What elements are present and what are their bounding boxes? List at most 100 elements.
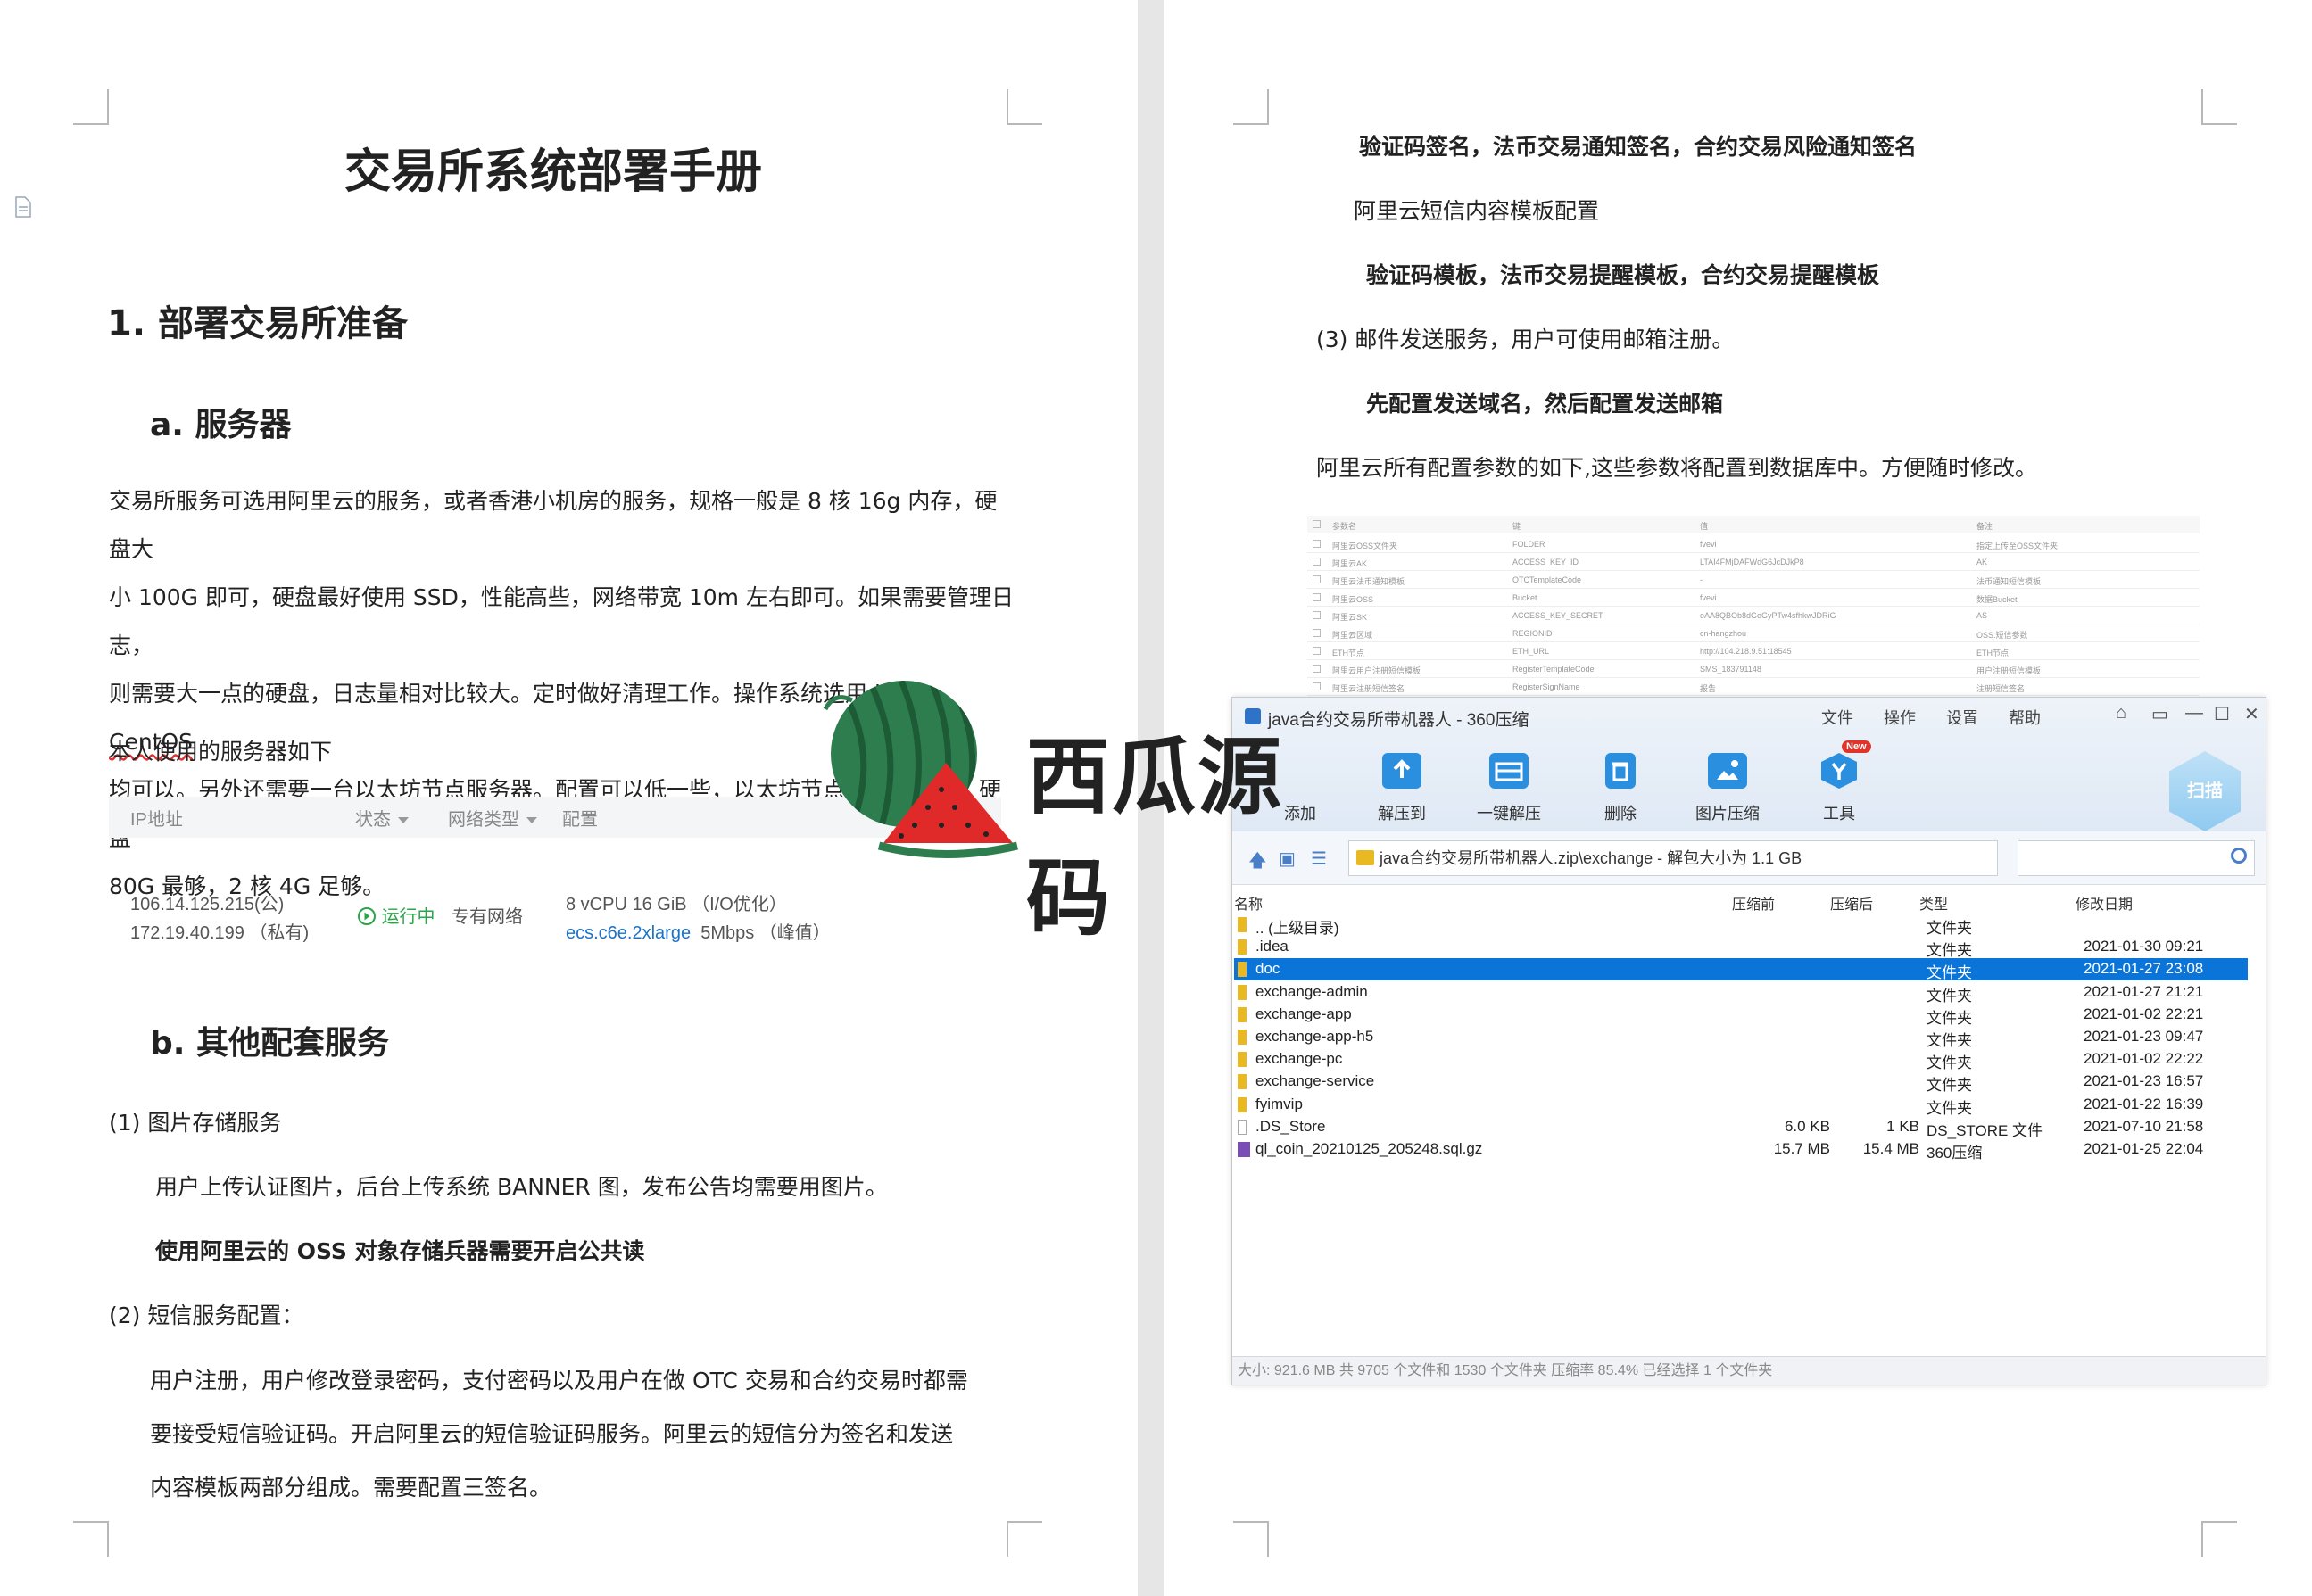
zip-archive-window: java合约交易所带机器人 - 360压缩 文件 操作 设置 帮助 ⌂ ▭ — … — [1231, 697, 2266, 1385]
file-row[interactable]: doc 文件夹 2021-01-27 23:08 — [1234, 958, 2248, 982]
text-line: 要接受短信验证码。开启阿里云的短信验证码服务。阿里云的短信分为签名和发送 — [150, 1421, 954, 1447]
table-cell: RegisterTemplateCode — [1512, 665, 1595, 674]
file-date: 2021-07-10 21:58 — [2084, 1117, 2204, 1135]
menu-operate[interactable]: 操作 — [1884, 706, 1916, 729]
file-date: 2021-01-25 22:04 — [2084, 1140, 2204, 1157]
bandwidth: 5Mbps （峰值） — [700, 923, 831, 943]
search-icon[interactable] — [2231, 848, 2247, 864]
table-cell: SMS_183791148 — [1700, 665, 1761, 674]
feedback-icon[interactable]: ▭ — [2151, 703, 2168, 725]
column-size-after[interactable]: 压缩后 — [1830, 892, 1873, 914]
table-cell: http://104.218.9.51:18545 — [1700, 647, 1792, 656]
maximize-button[interactable]: ☐ — [2214, 703, 2230, 725]
tool-extract-to-button[interactable]: 解压到 — [1357, 753, 1446, 824]
server-status-text: 运行中 — [381, 907, 435, 927]
watermark-text: 西瓜源码 — [1026, 729, 1284, 947]
checkbox[interactable] — [1313, 558, 1321, 566]
server-status: 运行中 — [357, 902, 435, 932]
close-button[interactable]: ✕ — [2244, 703, 2259, 725]
search-input[interactable] — [2018, 840, 2255, 876]
server-network: 专有网络 — [452, 907, 523, 927]
caret-down-icon — [398, 816, 409, 823]
new-badge: New — [1842, 740, 1871, 753]
table-cell: 阿里云法币通知模板 — [1332, 577, 1405, 586]
file-type: 文件夹 — [1927, 987, 1972, 1005]
file-row[interactable]: .idea 文件夹 2021-01-30 09:21 — [1234, 936, 2248, 959]
table-row: ETH节点 ETH_URL http://104.218.9.51:18545 ETH… — [1307, 642, 2200, 660]
my-server-caption: 本人使用的服务器如下 — [109, 739, 333, 765]
item-sms-desc: 用户注册，用户修改登录密码，支付密码以及用户在做 OTC 交易和合约交易时都需 … — [150, 1354, 968, 1515]
file-row[interactable]: fyimvip 文件夹 2021-01-22 16:39 — [1234, 1094, 2248, 1117]
file-row[interactable]: ql_coin_20210125_205248.sql.gz 15.7 MB 15.… — [1234, 1138, 2248, 1162]
table-cell: 指定上传至OSS文件夹 — [1976, 542, 2059, 550]
instance-type-link[interactable]: ecs.c6e.2xlarge — [566, 923, 691, 943]
tool-tools-button[interactable]: 工具 — [1794, 753, 1884, 824]
checkbox[interactable] — [1313, 540, 1321, 548]
checkbox[interactable] — [1313, 593, 1321, 601]
menu-help[interactable]: 帮助 — [2009, 706, 2041, 729]
file-row[interactable]: exchange-service 文件夹 2021-01-23 16:57 — [1234, 1071, 2248, 1094]
file-name: fyimvip — [1255, 1095, 1303, 1112]
file-row[interactable]: .DS_Store 6.0 KB 1 KB DS_STORE 文件 2021-07-10… — [1234, 1116, 2248, 1139]
tool-delete-button[interactable]: 删除 — [1576, 753, 1665, 824]
table-cell: LTAI4FMjDAFWdG6JcDJkP8 — [1700, 558, 1804, 566]
table-row: 阿里云SK ACCESS_KEY_SECRET oAA8QBOb8dGoGyPTw4… — [1307, 607, 2200, 624]
folder-icon — [1238, 984, 1247, 1000]
server-config-2: ecs.c6e.2xlarge 5Mbps （峰值） — [566, 918, 831, 948]
status-bar: 大小: 921.6 MB 共 9705 个文件和 1530 个文件夹 压缩率 8… — [1232, 1356, 2266, 1385]
sms-templates: 验证码模板，法币交易提醒模板，合约交易提醒模板 — [1366, 262, 1880, 288]
folder-icon — [1238, 1052, 1247, 1068]
delete-icon — [1605, 753, 1636, 789]
page-corner-mark — [73, 89, 109, 125]
column-size-before[interactable]: 压缩前 — [1732, 892, 1775, 914]
tool-image-compress-button[interactable]: 图片压缩 — [1683, 753, 1772, 824]
scan-button[interactable]: 扫描 — [2169, 751, 2241, 831]
skin-icon[interactable]: ⌂ — [2116, 703, 2126, 724]
file-row[interactable]: exchange-app-h5 文件夹 2021-01-23 09:47 — [1234, 1026, 2248, 1049]
archive-icon — [1238, 1142, 1250, 1157]
address-bar: 🡅 ▣ ☰ java合约交易所带机器人.zip\exchange - 解包大小为… — [1232, 831, 2266, 885]
archive-path-field[interactable]: java合约交易所带机器人.zip\exchange - 解包大小为 1.1 G… — [1348, 840, 2111, 876]
file-row[interactable]: exchange-pc 文件夹 2021-01-02 22:22 — [1234, 1048, 2248, 1071]
table-cell: 阿里云SK — [1332, 613, 1368, 622]
table-header-cell: 键 — [1512, 522, 1521, 531]
minimize-button[interactable]: — — [2185, 703, 2203, 724]
file-type: 文件夹 — [1927, 964, 1972, 982]
menu-settings[interactable]: 设置 — [1946, 706, 1978, 729]
column-modified[interactable]: 修改日期 — [2076, 892, 2133, 914]
text-line: 内容模板两部分组成。需要配置三签名。 — [150, 1475, 552, 1501]
column-status: 状态 — [355, 805, 409, 831]
file-row[interactable]: .. (上级目录) 文件夹 — [1234, 914, 2248, 937]
tool-label: 工具 — [1823, 805, 1855, 823]
column-ip: IP地址 — [130, 809, 183, 830]
table-cell: OTCTemplateCode — [1512, 575, 1582, 584]
checkbox[interactable] — [1313, 611, 1321, 619]
file-row[interactable]: exchange-admin 文件夹 2021-01-27 21:21 — [1234, 981, 2248, 1005]
heading-servers: a. 服务器 — [150, 407, 292, 443]
folder-icon — [1238, 1030, 1247, 1045]
tool-one-click-extract-button[interactable]: 一键解压 — [1464, 753, 1554, 824]
table-cell: Bucket — [1512, 593, 1537, 602]
table-cell: 报告 — [1700, 684, 1717, 693]
checkbox[interactable] — [1313, 575, 1321, 583]
file-name: exchange-pc — [1255, 1050, 1343, 1068]
table-cell: fvevi — [1700, 593, 1717, 602]
table-cell: AK — [1976, 558, 1988, 566]
zip-toolbar-area: java合约交易所带机器人 - 360压缩 文件 操作 设置 帮助 ⌂ ▭ — … — [1232, 698, 2266, 831]
checkbox[interactable] — [1313, 647, 1321, 655]
email-config-note: 先配置发送域名，然后配置发送邮箱 — [1366, 391, 1724, 417]
page-corner-mark — [2201, 1521, 2237, 1557]
checkbox[interactable] — [1313, 629, 1321, 637]
menu-file[interactable]: 文件 — [1821, 706, 1853, 729]
file-before: 15.7 MB — [1773, 1140, 1830, 1157]
sms-template-title: 阿里云短信内容模板配置 — [1354, 198, 1600, 224]
folder-icon — [1238, 1074, 1247, 1090]
tool-label: 解压到 — [1378, 805, 1426, 823]
file-after: 1 KB — [1886, 1117, 1919, 1135]
file-row[interactable]: exchange-app 文件夹 2021-01-02 22:21 — [1234, 1004, 2248, 1027]
table-cell: 法币通知短信模板 — [1976, 577, 2042, 586]
table-cell: 阿里云OSS — [1332, 595, 1374, 604]
table-row: 阿里云法币通知模板 OTCTemplateCode - 法币通知短信模板 — [1307, 571, 2200, 589]
table-row: 阿里云OSS Bucket fvevi 数据Bucket — [1307, 589, 2200, 607]
column-type[interactable]: 类型 — [1919, 892, 1948, 914]
